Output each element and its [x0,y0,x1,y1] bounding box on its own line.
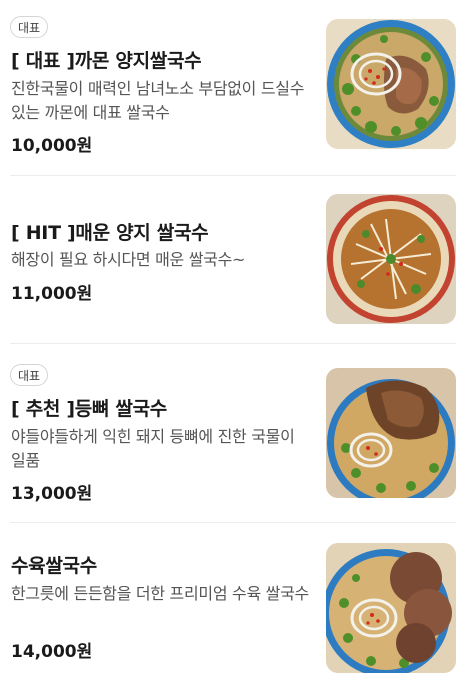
menu-list: 대표 [ 대표 ]까몬 양지쌀국수 진한국물이 매력인 남녀노소 부담없이 드실… [0,0,466,691]
spicy-brisket-pho-photo [326,194,456,324]
beef-brisket-pho-photo [326,19,456,149]
menu-item-price: 11,000원 [11,284,93,304]
menu-item-pork-backbone-pho[interactable]: 대표 [ 추천 ]등뼈 쌀국수 야들야들하게 익힌 돼지 등뼈에 진한 국물이 … [0,344,466,522]
menu-item-description: 한그릇에 든든함을 더한 프리미엄 수육 쌀국수 [11,584,309,603]
menu-item-price: 10,000원 [11,136,93,156]
menu-item-title: [ 대표 ]까몬 양지쌀국수 [11,50,202,72]
menu-item-title: 수육쌀국수 [11,555,97,577]
menu-item-description: 해장이 필요 하시다면 매운 쌀국수~ [11,250,246,269]
menu-item-description: 진한국물이 매력인 남녀노소 부담없이 드실수 있는 까몬에 대표 쌀국수 [11,79,305,122]
signature-badge: 대표 [10,364,49,386]
menu-item-spicy-brisket-pho[interactable]: [ HIT ]매운 양지 쌀국수 해장이 필요 하시다면 매운 쌀국수~ 11,… [0,176,466,343]
menu-item-price: 13,000원 [11,484,93,504]
menu-item-price: 14,000원 [11,642,93,662]
menu-item-sliced-beef-pho[interactable]: 수육쌀국수 한그릇에 든든함을 더한 프리미엄 수육 쌀국수 14,000원 [0,523,466,691]
menu-item-kamon-brisket-pho[interactable]: 대표 [ 대표 ]까몬 양지쌀국수 진한국물이 매력인 남녀노소 부담없이 드실… [0,0,466,175]
pork-backbone-pho-photo [326,368,456,498]
sliced-beef-pho-photo [326,543,456,673]
signature-badge: 대표 [10,16,49,38]
menu-item-title: [ 추천 ]등뼈 쌀국수 [11,398,167,420]
menu-item-description: 야들야들하게 익힌 돼지 등뼈에 진한 국물이 일품 [11,427,295,470]
menu-item-title: [ HIT ]매운 양지 쌀국수 [11,222,209,244]
